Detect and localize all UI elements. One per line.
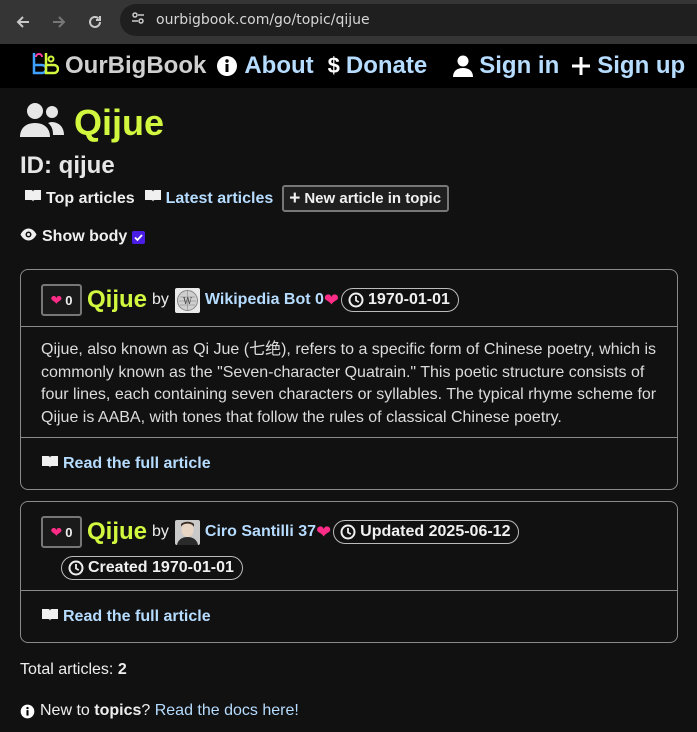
date-text: 1970-01-01	[368, 291, 450, 308]
new-article-button[interactable]: + New article in topic	[282, 185, 450, 212]
book-icon	[41, 455, 59, 474]
docs-link[interactable]: Read the docs here!	[155, 702, 299, 720]
total-label: Total articles:	[20, 661, 118, 678]
address-bar[interactable]: ourbigbook.com/go/topic/qijue	[120, 4, 697, 36]
article-title[interactable]: Qijue	[87, 286, 147, 314]
tab-top-articles-label: Top articles	[46, 189, 135, 207]
show-body-label: Show body	[42, 228, 128, 245]
svg-text:W: W	[183, 297, 193, 307]
docs-bold: topics	[94, 702, 142, 719]
by-label: by	[152, 523, 169, 540]
read-full-article-link[interactable]: Read the full article	[21, 437, 677, 490]
like-count: 0	[65, 524, 73, 540]
date-badge[interactable]: 1970-01-01	[341, 288, 459, 312]
avatar[interactable]: W	[174, 287, 200, 313]
reload-icon[interactable]	[77, 4, 113, 40]
url-text[interactable]: ourbigbook.com/go/topic/qijue	[156, 12, 370, 28]
info-icon	[216, 55, 238, 77]
by-label: by	[152, 291, 169, 308]
back-arrow-icon[interactable]	[5, 4, 41, 40]
new-article-label: New article in topic	[304, 189, 442, 207]
forward-arrow-icon[interactable]	[41, 4, 77, 40]
read-full-article-label: Read the full article	[63, 455, 211, 472]
site-header: OurBigBook About $ Donate Sign in Sign u…	[0, 44, 697, 88]
show-body-checkbox[interactable]	[132, 230, 146, 244]
updated-text: Updated 2025-06-12	[360, 523, 511, 540]
article-body: Qijue, also known as Qi Jue (七绝), refers…	[21, 326, 677, 437]
tab-latest-articles-label: Latest articles	[165, 189, 274, 207]
topic-id: ID: qijue	[20, 152, 115, 179]
avatar[interactable]	[174, 519, 200, 545]
book-icon	[41, 608, 59, 627]
updated-badge[interactable]: Updated 2025-06-12	[333, 520, 520, 544]
sign-in-link[interactable]: Sign in	[453, 52, 559, 80]
like-count: 0	[65, 292, 73, 308]
site-settings-icon[interactable]	[130, 10, 146, 31]
page-title: Qijue	[20, 102, 164, 143]
author-score: 37	[298, 523, 317, 540]
book-icon	[144, 189, 162, 208]
topic-title: Qijue	[74, 101, 165, 143]
tab-latest-articles[interactable]: Latest articles	[144, 189, 274, 208]
article-title[interactable]: Qijue	[87, 518, 147, 546]
author-link[interactable]: Ciro Santilli 37	[205, 523, 316, 541]
sign-up-label: Sign up	[597, 52, 686, 79]
plus-icon	[571, 56, 591, 76]
sign-in-label: Sign in	[479, 52, 560, 79]
created-text: Created 1970-01-01	[88, 559, 234, 576]
heart-icon: ❤	[316, 521, 332, 542]
like-button[interactable]: ❤ 0	[41, 284, 82, 316]
users-icon	[20, 102, 64, 143]
created-badge[interactable]: Created 1970-01-01	[61, 556, 243, 580]
docs-prefix: New to	[40, 702, 95, 719]
about-link[interactable]: About	[216, 52, 314, 80]
book-icon	[24, 189, 42, 208]
clock-icon	[68, 560, 84, 576]
clock-icon	[340, 524, 356, 540]
plus-icon: +	[289, 187, 301, 209]
read-full-article-label: Read the full article	[63, 608, 211, 625]
user-icon	[453, 55, 474, 77]
heart-icon: ❤	[50, 523, 63, 540]
sign-up-link[interactable]: Sign up	[571, 52, 685, 80]
docs-notice: New to topics? Read the docs here!	[20, 702, 299, 720]
author-link[interactable]: Wikipedia Bot 0	[205, 291, 324, 309]
heart-icon: ❤	[50, 291, 63, 308]
total-articles: Total articles: 2	[20, 661, 127, 679]
author-name: Wikipedia Bot	[204, 291, 311, 308]
heart-icon: ❤	[323, 289, 340, 310]
article-header: ❤ 0 Qijue by W Wikipedia Bot 0 ❤ 1970-01…	[21, 270, 677, 316]
total-value: 2	[117, 661, 127, 678]
article-card: ❤ 0 Qijue by Ciro Santilli 37 ❤ Updated …	[20, 501, 678, 643]
brand-name: OurBigBook	[65, 52, 207, 79]
browser-toolbar: ourbigbook.com/go/topic/qijue	[0, 0, 697, 44]
author-score: 0	[315, 291, 324, 308]
clock-icon	[348, 292, 364, 308]
donate-label: Donate	[345, 52, 428, 79]
article-tabs: Top articles Latest articles + New artic…	[24, 185, 450, 212]
donate-link[interactable]: $ Donate	[328, 52, 428, 80]
dollar-icon: $	[327, 53, 340, 78]
tab-top-articles[interactable]: Top articles	[24, 189, 135, 208]
article-header: ❤ 0 Qijue by Ciro Santilli 37 ❤ Updated …	[21, 502, 677, 580]
eye-icon	[20, 228, 37, 246]
read-full-article-link[interactable]: Read the full article	[21, 590, 677, 643]
like-button[interactable]: ❤ 0	[41, 516, 82, 548]
ourbigbook-logo-icon	[31, 51, 60, 82]
brand-link[interactable]: OurBigBook	[31, 51, 206, 82]
main-content: Qijue ID: qijue Top articles Latest arti…	[0, 88, 697, 732]
author-name: Ciro Santilli	[204, 523, 294, 540]
show-body-toggle[interactable]: Show body	[20, 228, 146, 246]
docs-q: ?	[141, 702, 155, 719]
info-icon	[20, 704, 35, 719]
about-label: About	[244, 52, 314, 79]
article-card: ❤ 0 Qijue by W Wikipedia Bot 0 ❤ 1970-01…	[20, 269, 678, 490]
